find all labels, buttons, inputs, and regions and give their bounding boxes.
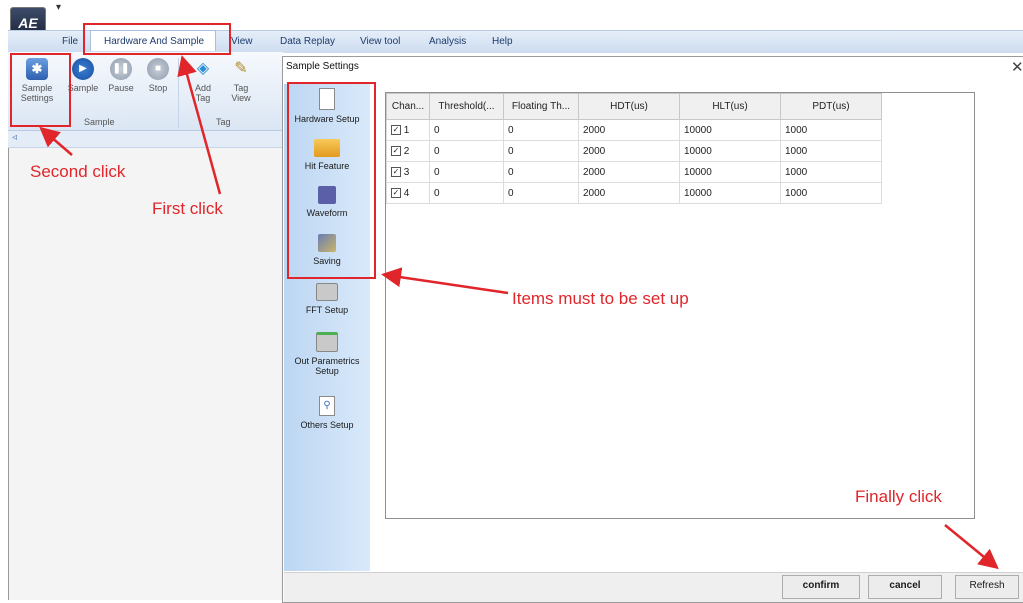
arrow-first-click xyxy=(177,55,222,195)
arrow-second-click xyxy=(39,126,73,156)
annotation-second-click: Second click xyxy=(30,162,126,181)
annotation-finally-click: Finally click xyxy=(855,487,942,506)
arrow-finally-click xyxy=(944,524,999,570)
annotation-first-click: First click xyxy=(152,199,223,218)
arrow-setup-items xyxy=(381,267,509,295)
annotation-items-setup: Items must to be set up xyxy=(512,289,689,308)
